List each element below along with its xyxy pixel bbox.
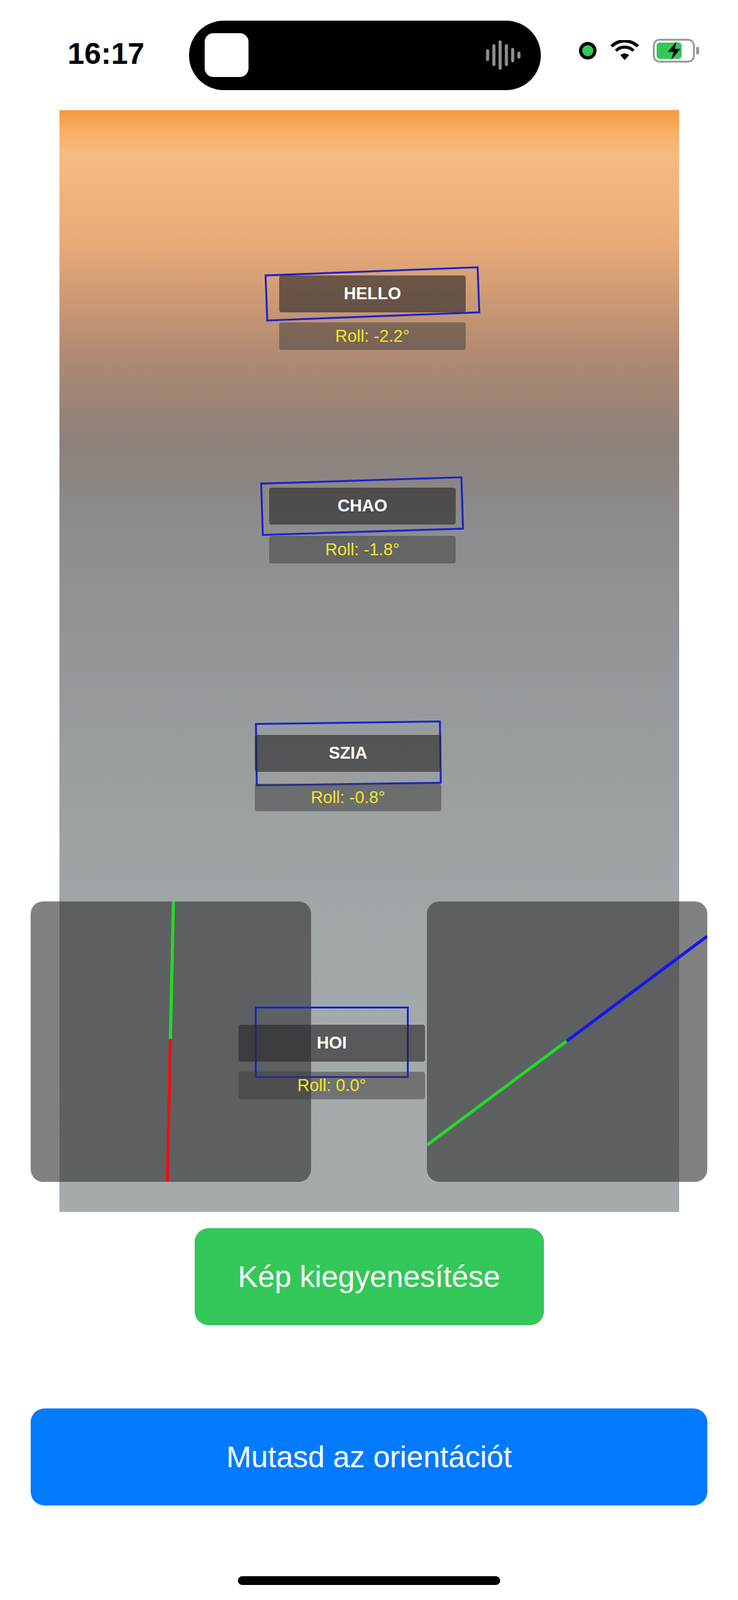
detection-label: HOI [238,1024,426,1062]
button-area: Kép kiegyenesítése Mutasd az orientációt [0,1211,738,1506]
home-indicator[interactable] [237,1576,501,1585]
roll-label: Roll: -0.8° [254,783,442,812]
orientation-panel [426,901,708,1182]
mic-indicator-icon [579,41,597,60]
camera-view: HELLO Roll: -2.2° CHAO Roll: -1.8° SZIA Roll:… [0,110,738,1212]
straighten-button[interactable]: Kép kiegyenesítése [194,1228,544,1326]
clock: 16:17 [67,36,145,71]
detection-label: SZIA [254,734,442,772]
roll-label: Roll: 0.0° [238,1071,426,1100]
wifi-icon [610,40,640,62]
status-icons [579,38,701,63]
status-bar: 16:17 [0,0,738,111]
detection-label: HELLO [279,275,466,313]
dynamic-island[interactable] [189,20,541,91]
waveform-icon [484,39,523,71]
horizon-line-icon [426,901,708,1182]
roll-label: Roll: -1.8° [269,535,456,564]
show-orientation-button[interactable]: Mutasd az orientációt [30,1408,708,1506]
battery-icon [652,38,701,63]
detection-label: CHAO [269,487,456,525]
roll-label: Roll: -2.2° [279,322,466,350]
app-icon [204,33,249,77]
